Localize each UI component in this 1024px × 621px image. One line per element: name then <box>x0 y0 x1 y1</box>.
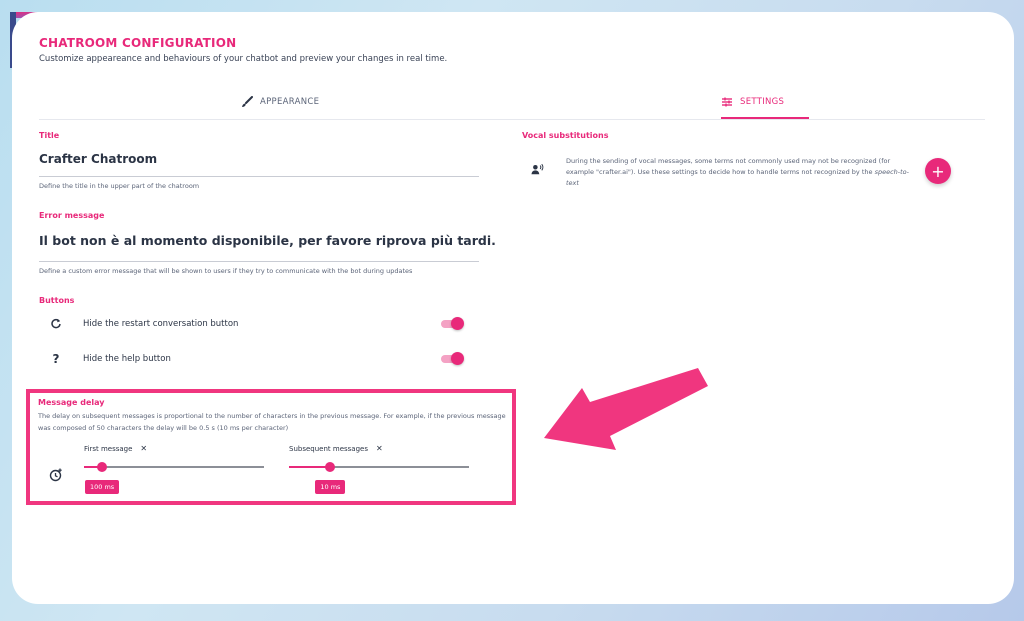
voice-user-icon <box>531 162 545 176</box>
brush-icon <box>242 96 253 107</box>
restart-icon <box>49 317 63 331</box>
help-button-option: Hide the help button <box>83 354 171 364</box>
first-message-slider-thumb[interactable] <box>97 462 107 472</box>
page-subtitle: Customize appeareance and behaviours of … <box>39 54 448 64</box>
timer-add-icon <box>49 468 63 482</box>
subsequent-messages-label-row: Subsequent messages ✕ <box>289 444 383 453</box>
title-hint: Define the title in the upper part of th… <box>39 182 200 190</box>
page-title: CHATROOM CONFIGURATION <box>39 36 237 50</box>
first-message-label: First message <box>84 444 133 453</box>
page-header: CHATROOM CONFIGURATION Customize appeare… <box>39 36 447 64</box>
tab-appearance-label: APPEARANCE <box>260 97 320 107</box>
buttons-label: Buttons <box>39 296 75 305</box>
sliders-icon <box>722 97 732 107</box>
first-message-value: 100 ms <box>85 480 120 494</box>
subsequent-messages-slider-fill <box>289 466 331 468</box>
title-input[interactable]: Crafter Chatroom <box>39 152 157 166</box>
pointer-arrow <box>544 368 708 450</box>
error-message-input[interactable]: Il bot non è al momento disponibile, per… <box>39 233 496 248</box>
help-icon: ? <box>52 352 60 366</box>
restart-button-option: Hide the restart conversation button <box>83 319 239 329</box>
tab-appearance[interactable]: APPEARANCE <box>241 96 319 108</box>
close-icon[interactable]: ✕ <box>140 444 147 453</box>
help-toggle[interactable] <box>441 352 464 366</box>
message-delay-label: Message delay <box>38 398 105 407</box>
first-message-slider[interactable] <box>84 462 264 472</box>
title-underline <box>39 176 479 177</box>
add-substitution-button[interactable]: + <box>925 158 951 184</box>
tab-settings[interactable]: SETTINGS <box>721 96 784 108</box>
vocal-substitutions-label: Vocal substitutions <box>522 131 609 140</box>
error-message-label: Error message <box>39 211 105 220</box>
subsequent-messages-value: 10 ms <box>315 480 346 494</box>
error-message-underline <box>39 261 479 262</box>
close-icon[interactable]: ✕ <box>376 444 383 453</box>
error-message-hint: Define a custom error message that will … <box>39 267 413 275</box>
title-label: Title <box>39 131 60 140</box>
subsequent-messages-label: Subsequent messages <box>289 444 368 453</box>
first-message-label-row: First message ✕ <box>84 444 147 453</box>
restart-toggle[interactable] <box>441 317 464 331</box>
tab-settings-label: SETTINGS <box>740 97 785 107</box>
subsequent-messages-slider[interactable] <box>289 462 469 472</box>
tab-bar: APPEARANCE SETTINGS <box>39 92 985 120</box>
active-tab-indicator <box>721 117 809 119</box>
message-delay-description: The delay on subsequent messages is prop… <box>38 412 506 432</box>
vocal-substitutions-description: During the sending of vocal messages, so… <box>566 157 909 187</box>
